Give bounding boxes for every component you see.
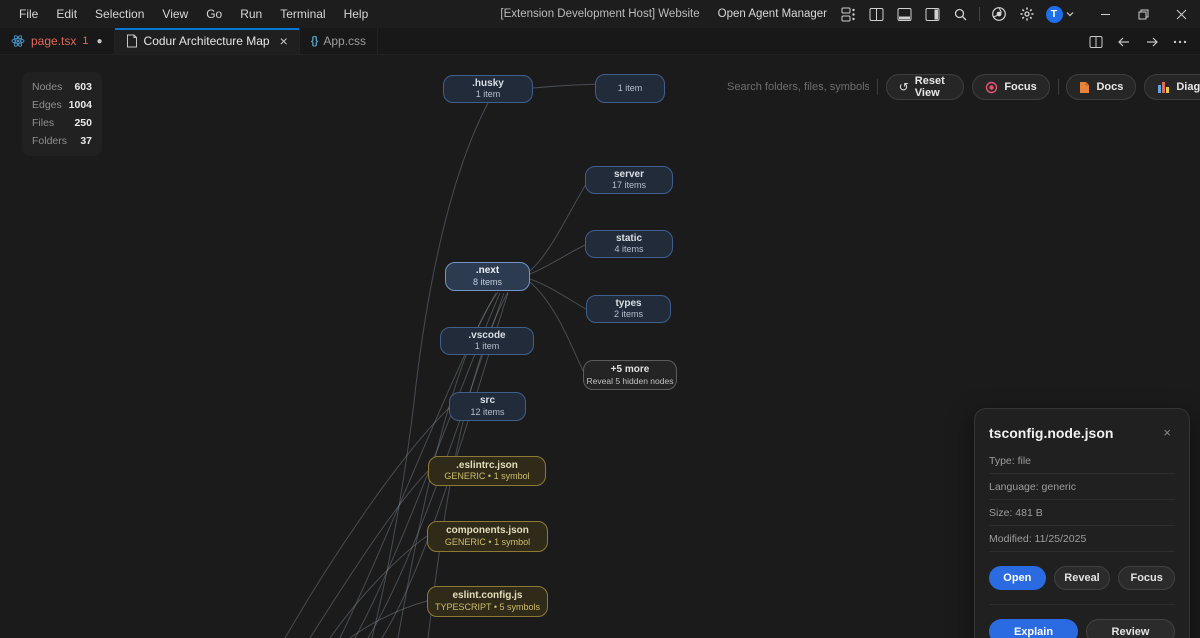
detail-panel-title: tsconfig.node.json [989, 425, 1113, 441]
tab-label: App.css [323, 34, 366, 48]
graph-node-eslint-config-js[interactable]: eslint.config.jsTYPESCRIPT • 5 symbols [427, 586, 548, 617]
graph-node-src[interactable]: src12 items [449, 392, 526, 421]
docs-button[interactable]: Docs [1066, 74, 1136, 100]
graph-node-husky[interactable]: .husky1 item [443, 75, 533, 103]
minimize-button[interactable] [1086, 0, 1124, 28]
docs-icon [1079, 81, 1090, 94]
menu-view[interactable]: View [153, 0, 197, 28]
title-bar: FileEditSelectionViewGoRunTerminalHelp [… [0, 0, 1200, 28]
reset-icon: ↺ [899, 80, 909, 94]
explain-button[interactable]: Explain [989, 619, 1078, 638]
more-actions-icon[interactable] [1168, 31, 1192, 53]
focus-target-icon [985, 81, 998, 94]
architecture-map-canvas[interactable]: .husky1 item 1 item server17 items static4 … [0, 55, 1200, 638]
menu-bar: FileEditSelectionViewGoRunTerminalHelp [0, 0, 377, 28]
menu-terminal[interactable]: Terminal [271, 0, 334, 28]
graph-toolbar: ↺ Reset View Focus Docs Diagram [727, 73, 1200, 101]
reset-view-button[interactable]: ↺ Reset View [886, 74, 965, 100]
focus-node-button[interactable]: Focus [1118, 566, 1175, 590]
nav-forward-icon[interactable] [1140, 31, 1164, 53]
chevron-down-icon [1065, 9, 1075, 19]
menu-help[interactable]: Help [335, 0, 378, 28]
gear-icon[interactable] [1014, 3, 1040, 25]
detail-type-row: Type: file [989, 448, 1175, 474]
tab-page-tsx[interactable]: page.tsx 1 ● [0, 28, 115, 54]
graph-node-types[interactable]: types2 items [586, 295, 671, 323]
stat-folders: Folders37 [32, 135, 92, 147]
menu-edit[interactable]: Edit [47, 0, 86, 28]
graph-node-eslintrc-json[interactable]: .eslintrc.jsonGENERIC • 1 symbol [428, 456, 546, 486]
detail-close-icon[interactable]: × [1159, 423, 1175, 442]
detail-modified-row: Modified: 11/25/2025 [989, 526, 1175, 552]
browser-icon[interactable] [986, 3, 1012, 25]
tab-close-icon[interactable]: × [280, 34, 288, 48]
stat-nodes: Nodes603 [32, 81, 92, 93]
titlebar-divider [979, 7, 980, 21]
graph-node-static[interactable]: static4 items [585, 230, 673, 258]
graph-node-components-json[interactable]: components.jsonGENERIC • 1 symbol [427, 521, 548, 552]
node-detail-panel: tsconfig.node.json × Type: file Language… [974, 408, 1190, 638]
menu-go[interactable]: Go [197, 0, 231, 28]
search-icon[interactable] [947, 3, 973, 25]
restore-button[interactable] [1124, 0, 1162, 28]
tab-bar: page.tsx 1 ● Codur Architecture Map × {}… [0, 28, 1200, 55]
graph-node-server[interactable]: server17 items [585, 166, 673, 194]
menu-file[interactable]: File [10, 0, 47, 28]
search-input[interactable] [727, 81, 869, 93]
diagram-icon [1157, 81, 1170, 93]
menu-selection[interactable]: Selection [86, 0, 153, 28]
file-icon [126, 34, 138, 48]
tab-label: Codur Architecture Map [144, 34, 270, 48]
split-editor-icon[interactable] [863, 3, 889, 25]
toolbar-divider [877, 79, 878, 95]
tab-label: page.tsx [31, 34, 76, 48]
open-agent-manager-label[interactable]: Open Agent Manager [718, 8, 827, 20]
graph-node-vscode[interactable]: .vscode1 item [440, 327, 534, 355]
review-button[interactable]: Review [1086, 619, 1175, 638]
graph-node-next[interactable]: .next8 items [445, 262, 530, 291]
diagram-button[interactable]: Diagram [1144, 74, 1200, 100]
account-avatar[interactable]: T [1042, 3, 1078, 25]
close-button[interactable] [1162, 0, 1200, 28]
graph-node-more[interactable]: +5 moreReveal 5 hidden nodes [583, 360, 677, 390]
graph-stats-panel: Nodes603 Edges1004 Files250 Folders37 [22, 72, 102, 156]
stat-edges: Edges1004 [32, 99, 92, 111]
focus-button[interactable]: Focus [972, 74, 1049, 100]
nav-back-icon[interactable] [1112, 31, 1136, 53]
stat-files: Files250 [32, 117, 92, 129]
detail-language-row: Language: generic [989, 474, 1175, 500]
menu-run[interactable]: Run [231, 0, 271, 28]
open-button[interactable]: Open [989, 566, 1046, 590]
reveal-button[interactable]: Reveal [1054, 566, 1111, 590]
tab-app-css[interactable]: {} App.css [300, 28, 378, 54]
customize-layout-icon[interactable] [835, 3, 861, 25]
braces-icon: {} [311, 35, 318, 47]
detail-size-row: Size: 481 B [989, 500, 1175, 526]
panel-bottom-icon[interactable] [891, 3, 917, 25]
panel-right-icon[interactable] [919, 3, 945, 25]
tab-codur-architecture-map[interactable]: Codur Architecture Map × [115, 28, 300, 54]
split-editor-icon[interactable] [1084, 31, 1108, 53]
tab-problem-badge: 1 [82, 35, 88, 47]
panel-divider [989, 604, 1175, 605]
graph-node-unnamed[interactable]: 1 item [595, 74, 665, 103]
react-atom-icon [11, 34, 25, 48]
tab-modified-dot: ● [97, 36, 103, 47]
toolbar-divider [1058, 79, 1059, 95]
